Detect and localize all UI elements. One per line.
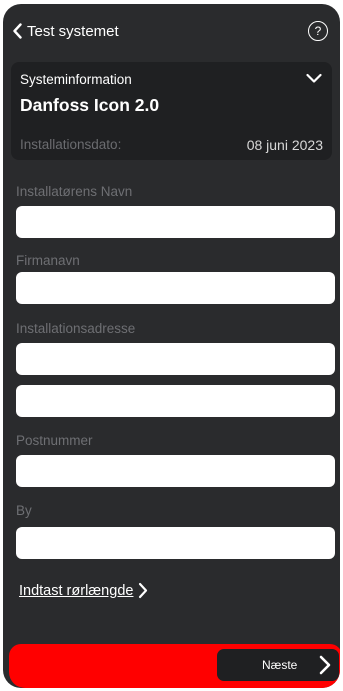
next-button-label: Næste	[262, 658, 298, 672]
postcode-label: Postnummer	[16, 433, 93, 448]
city-label: By	[16, 503, 32, 518]
system-info-label: Systeminformation	[20, 72, 132, 87]
expand-toggle[interactable]	[306, 71, 322, 89]
address-line1-input[interactable]	[16, 343, 335, 375]
back-button-label: Test systemet	[27, 22, 119, 40]
install-date-value: 08 juni 2023	[246, 137, 323, 153]
next-button[interactable]: Næste	[217, 649, 339, 681]
top-bar: Test systemet ?	[3, 4, 340, 56]
installer-name-label: Installatørens Navn	[16, 184, 133, 199]
back-button[interactable]: Test systemet	[12, 20, 119, 42]
postcode-input[interactable]	[16, 455, 335, 487]
system-model-name: Danfoss Icon 2.0	[20, 95, 160, 115]
bottom-action-bar: Næste	[9, 644, 340, 688]
chevron-right-icon	[139, 582, 148, 599]
help-button[interactable]: ?	[308, 21, 328, 41]
chevron-right-icon	[319, 655, 331, 675]
city-input[interactable]	[16, 527, 335, 559]
address-line2-input[interactable]	[16, 385, 335, 417]
company-name-input[interactable]	[16, 272, 335, 304]
system-info-card: Systeminformation Danfoss Icon 2.0 Insta…	[11, 62, 332, 160]
install-date-label: Installationsdato:	[20, 137, 122, 152]
installer-name-input[interactable]	[16, 206, 335, 238]
app-screen: Test systemet ? Systeminformation Danfos…	[3, 4, 340, 688]
install-address-label: Installationsadresse	[16, 321, 136, 336]
pipe-length-link-label: Indtast rørlængde	[19, 582, 134, 599]
chevron-down-icon	[306, 73, 322, 83]
chevron-left-icon	[13, 23, 22, 39]
question-mark-icon: ?	[314, 24, 322, 38]
company-name-label: Firmanavn	[16, 253, 80, 268]
enter-pipe-length-link[interactable]: Indtast rørlængde	[19, 582, 148, 599]
